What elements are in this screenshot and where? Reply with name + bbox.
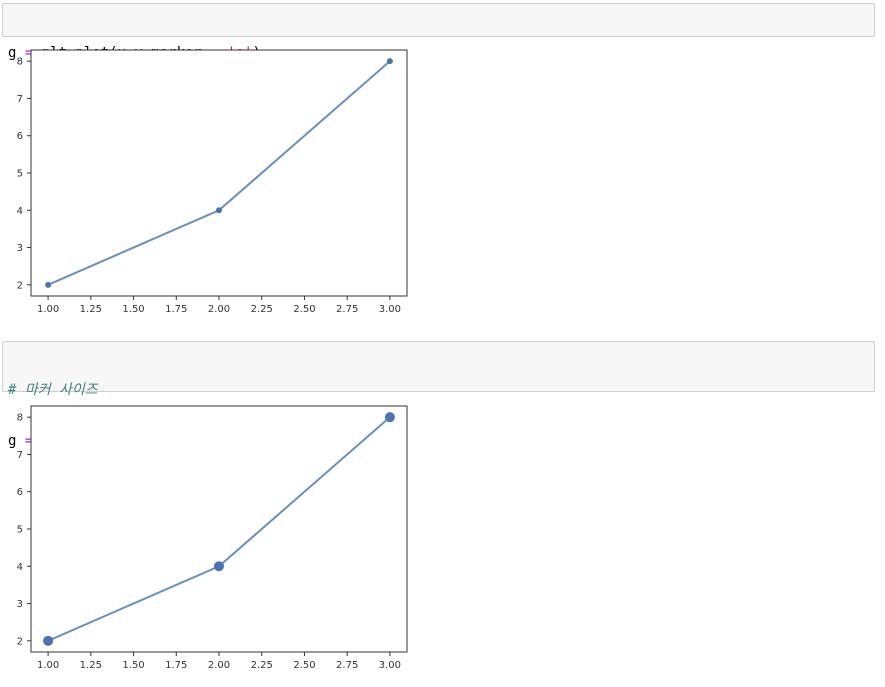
y-tick-label: 5 xyxy=(17,169,23,180)
x-tick-label: 2.25 xyxy=(251,660,273,671)
x-tick-label: 1.00 xyxy=(37,660,59,671)
x-tick-label: 1.50 xyxy=(122,304,144,315)
plot-area xyxy=(30,405,408,653)
x-tick-label: 1.75 xyxy=(165,660,187,671)
y-tick-label: 3 xyxy=(17,243,23,254)
x-tick-label: 3.00 xyxy=(379,304,401,315)
data-point xyxy=(216,207,222,214)
output-plot-2: 2 3 4 5 6 7 8 1.00 1.25 1.50 1.75 2.00 2.25 2.50 2.75 3… xyxy=(0,400,420,680)
x-tick-label: 1.25 xyxy=(80,304,102,315)
line-chart-2: 2 3 4 5 6 7 8 1.00 1.25 1.50 1.75 2.00 2.25 2.50 2.75 3… xyxy=(17,405,408,671)
y-tick-label: 8 xyxy=(17,57,23,68)
x-tick-label: 1.25 xyxy=(80,660,102,671)
code-cell-1[interactable]: g = plt.plot(x,y,marker = 'o') xyxy=(2,3,875,61)
y-tick-label: 3 xyxy=(17,599,23,610)
data-point xyxy=(214,561,224,572)
output-plot-1: 2 3 4 5 6 7 8 1.00 1.25 1.50 1.75 2.00 2.25 2.50 2.75 3… xyxy=(0,44,420,324)
line-chart-1: 2 3 4 5 6 7 8 1.00 1.25 1.50 1.75 2.00 2.25 2.50 2.75 3… xyxy=(17,49,408,315)
y-tick-label: 4 xyxy=(17,206,23,217)
y-tick-label: 8 xyxy=(17,413,23,424)
y-tick-label: 2 xyxy=(17,280,23,291)
plot-area xyxy=(30,49,408,297)
x-tick-label: 2.75 xyxy=(336,304,358,315)
code-comment: # 마커 사이즈 xyxy=(8,382,98,398)
y-tick-label: 7 xyxy=(17,94,23,105)
data-point xyxy=(45,281,52,288)
x-tick-label: 1.75 xyxy=(165,304,187,315)
y-tick-label: 5 xyxy=(17,525,23,536)
x-tick-label: 2.50 xyxy=(293,304,315,315)
data-point xyxy=(386,58,393,65)
y-tick-label: 7 xyxy=(17,450,23,461)
y-tick-label: 2 xyxy=(17,636,23,647)
x-tick-label: 1.00 xyxy=(37,304,59,315)
data-point xyxy=(43,635,54,646)
x-tick-label: 2.50 xyxy=(293,660,315,671)
data-point xyxy=(384,412,395,423)
y-tick-label: 4 xyxy=(17,562,23,573)
x-tick-label: 2.00 xyxy=(208,304,230,315)
x-tick-label: 2.00 xyxy=(208,660,230,671)
y-tick-label: 6 xyxy=(17,131,23,142)
y-tick-label: 6 xyxy=(17,487,23,498)
x-tick-label: 1.50 xyxy=(122,660,144,671)
x-tick-label: 2.75 xyxy=(336,660,358,671)
x-tick-label: 3.00 xyxy=(379,660,401,671)
code-cell-2[interactable]: # 마커 사이즈 g = plt.plot(x,y,marker = 'o', … xyxy=(2,341,875,449)
x-tick-label: 2.25 xyxy=(251,304,273,315)
